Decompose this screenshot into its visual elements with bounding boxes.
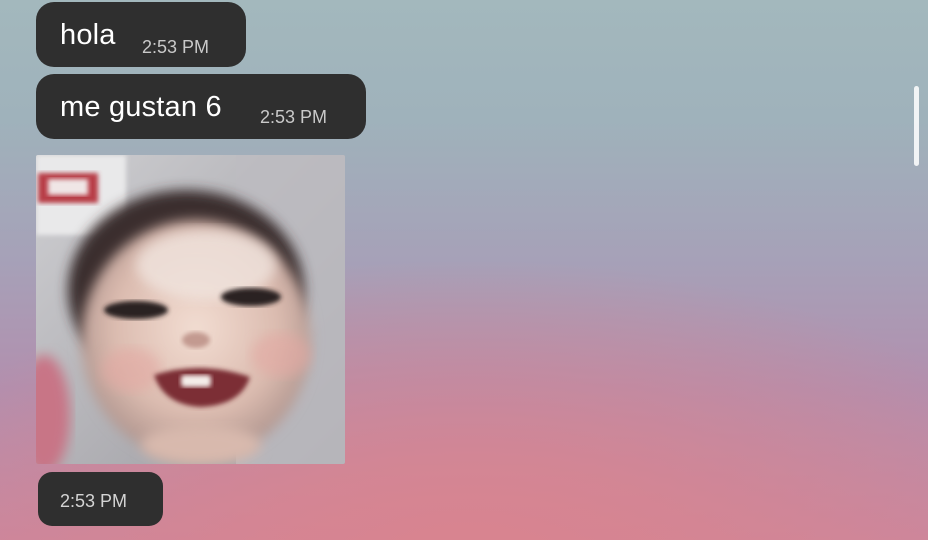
chat-area: hola 2:53 PM me gustan 6 2:53 PM 2:53 PM [0, 0, 928, 540]
message-bubble[interactable]: hola 2:53 PM [36, 2, 246, 67]
message-text: hola [60, 19, 116, 51]
message-timestamp: 2:53 PM [60, 491, 128, 511]
message-timestamp: 2:53 PM [142, 37, 210, 57]
message-text: me gustan 6 [60, 91, 222, 123]
photo-image [36, 155, 345, 464]
scrollbar[interactable] [914, 86, 919, 166]
photo-message[interactable] [36, 155, 345, 464]
photo-timestamp-bubble: 2:53 PM [38, 472, 163, 526]
message-timestamp: 2:53 PM [260, 107, 328, 127]
message-bubble[interactable]: me gustan 6 2:53 PM [36, 74, 366, 139]
